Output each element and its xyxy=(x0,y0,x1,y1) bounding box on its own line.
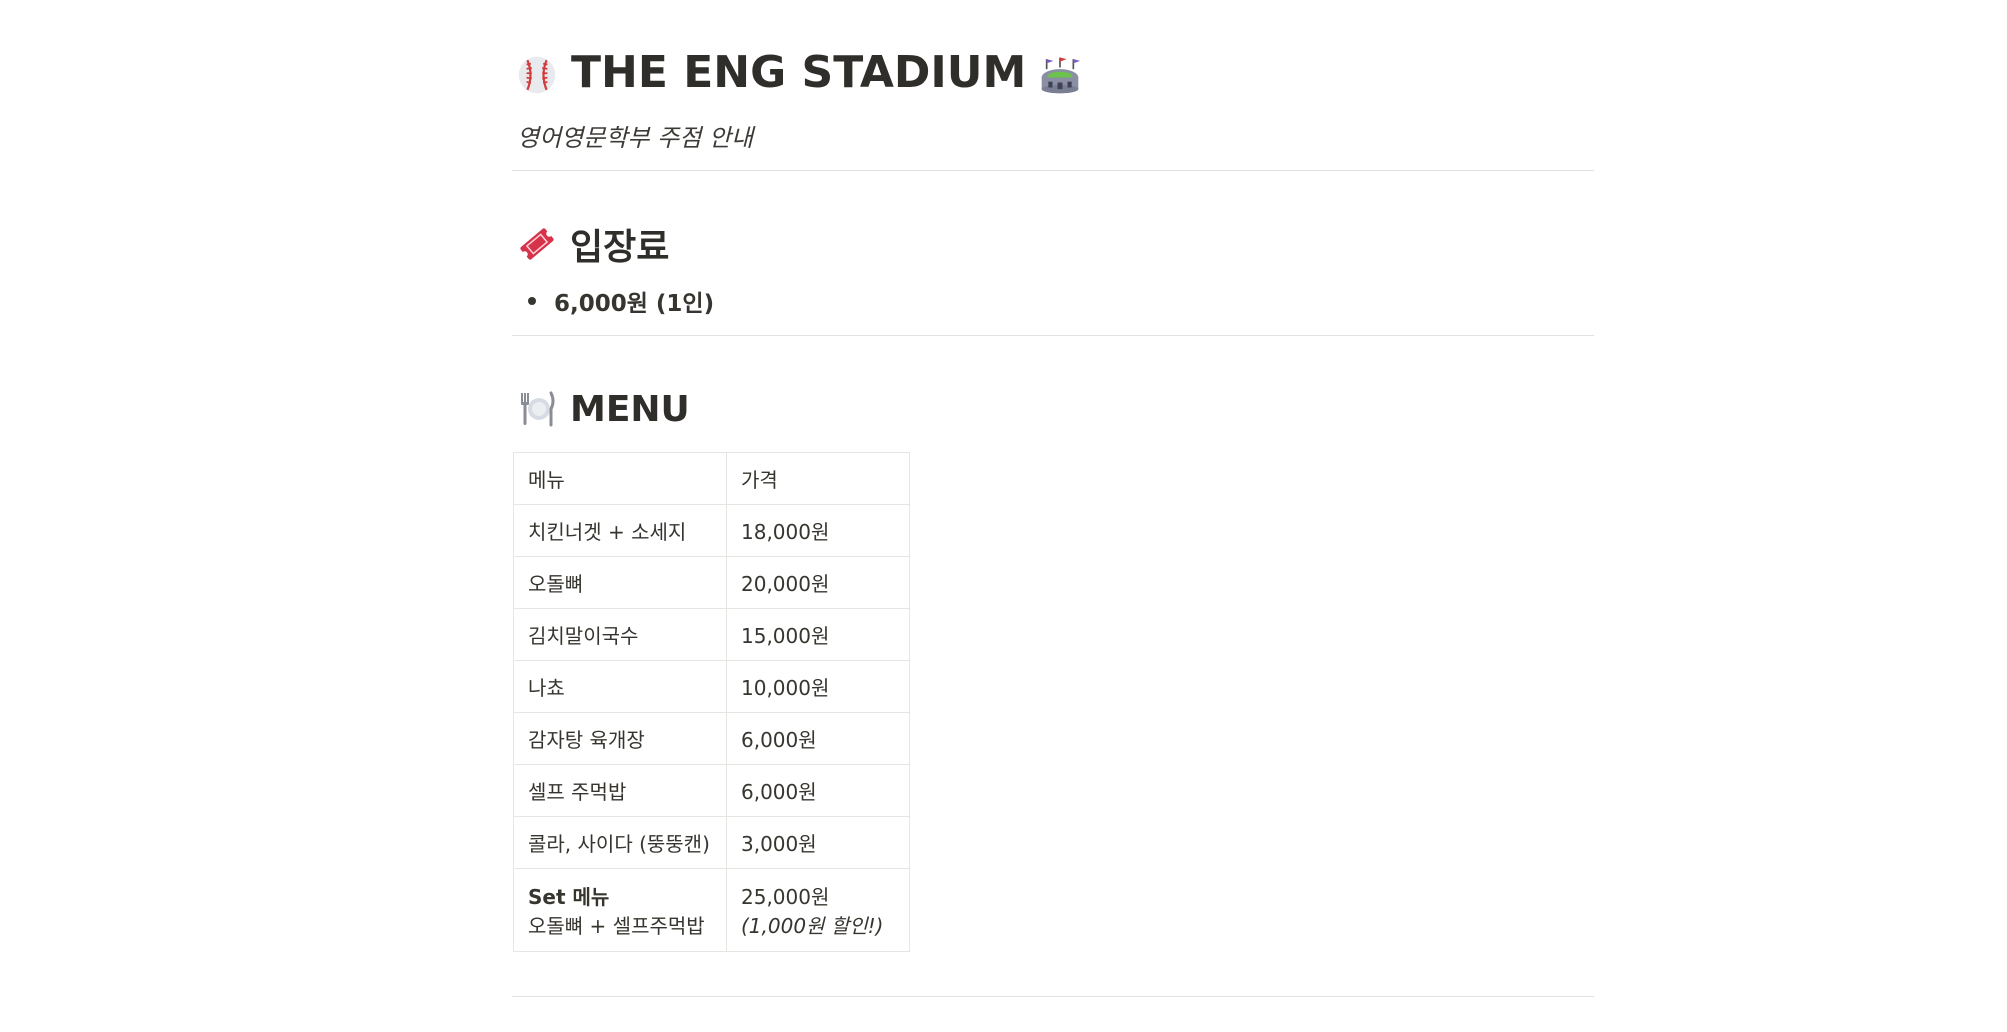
set-menu-discount: (1,000원 할인!) xyxy=(741,914,884,938)
menu-item-name: 나쵸 xyxy=(513,660,727,713)
ticket-icon xyxy=(517,224,557,264)
baseball-icon xyxy=(517,52,557,94)
table-row: 콜라, 사이다 (뚱뚱캔) 3,000원 xyxy=(513,816,910,869)
page-subtitle: 영어영문학부 주점 안내 xyxy=(517,124,754,152)
divider xyxy=(512,335,1594,336)
menu-item-name: 김치말이국수 xyxy=(513,608,727,661)
menu-item-name: 콜라, 사이다 (뚱뚱캔) xyxy=(513,816,727,869)
menu-table: 메뉴 가격 치킨너겟 + 소세지 18,000원 오돌뼈 20,000원 김치말… xyxy=(513,452,910,952)
table-row: 나쵸 10,000원 xyxy=(513,660,910,713)
menu-item-price: 20,000원 xyxy=(726,556,910,609)
table-row-set: Set 메뉴 오돌뼈 + 셀프주먹밥 25,000원 (1,000원 할인!) xyxy=(513,868,910,952)
set-menu-price: 25,000원 xyxy=(741,885,830,909)
menu-item-price: 6,000원 xyxy=(726,712,910,765)
divider xyxy=(512,996,1594,997)
menu-item-name: 오돌뼈 xyxy=(513,556,727,609)
admission-heading: 입장료 xyxy=(517,219,669,269)
set-menu-contents: 오돌뼈 + 셀프주먹밥 xyxy=(528,914,705,938)
admission-heading-text: 입장료 xyxy=(570,227,670,268)
table-row: 감자탕 육개장 6,000원 xyxy=(513,712,910,765)
menu-heading: MENU xyxy=(517,384,690,434)
menu-item-name: 셀프 주먹밥 xyxy=(513,764,727,817)
menu-item-price: 18,000원 xyxy=(726,504,910,557)
admission-price: 6,000원 (1인) xyxy=(554,291,715,317)
table-row: 김치말이국수 15,000원 xyxy=(513,608,910,661)
table-row: 셀프 주먹밥 6,000원 xyxy=(513,764,910,817)
set-price-cell: 25,000원 (1,000원 할인!) xyxy=(726,868,910,952)
table-row: 치킨너겟 + 소세지 18,000원 xyxy=(513,504,910,557)
set-menu-title: Set 메뉴 xyxy=(528,885,610,909)
menu-heading-text: MENU xyxy=(570,388,690,430)
menu-item-price: 10,000원 xyxy=(726,660,910,713)
menu-item-price: 6,000원 xyxy=(726,764,910,817)
table-row: 오돌뼈 20,000원 xyxy=(513,556,910,609)
menu-item-name: 치킨너겟 + 소세지 xyxy=(513,504,727,557)
menu-item-name: 감자탕 육개장 xyxy=(513,712,727,765)
stadium-icon xyxy=(1040,52,1081,94)
set-menu-cell: Set 메뉴 오돌뼈 + 셀프주먹밥 xyxy=(513,868,727,952)
table-header-row: 메뉴 가격 xyxy=(513,452,910,505)
divider xyxy=(512,170,1594,171)
list-item: 6,000원 (1인) xyxy=(528,284,714,318)
column-header: 가격 xyxy=(726,452,910,505)
menu-item-price: 15,000원 xyxy=(726,608,910,661)
bullet-icon xyxy=(528,297,536,305)
page-title-text: THE ENG STADIUM xyxy=(571,46,1027,98)
column-header: 메뉴 xyxy=(513,452,727,505)
page: THE ENG STADIUM 영어영문학부 주점 안내 입장료 6,000원 … xyxy=(512,0,1594,1032)
fork-knife-plate-icon xyxy=(517,389,557,429)
page-title: THE ENG STADIUM xyxy=(517,40,1081,104)
menu-item-price: 3,000원 xyxy=(726,816,910,869)
